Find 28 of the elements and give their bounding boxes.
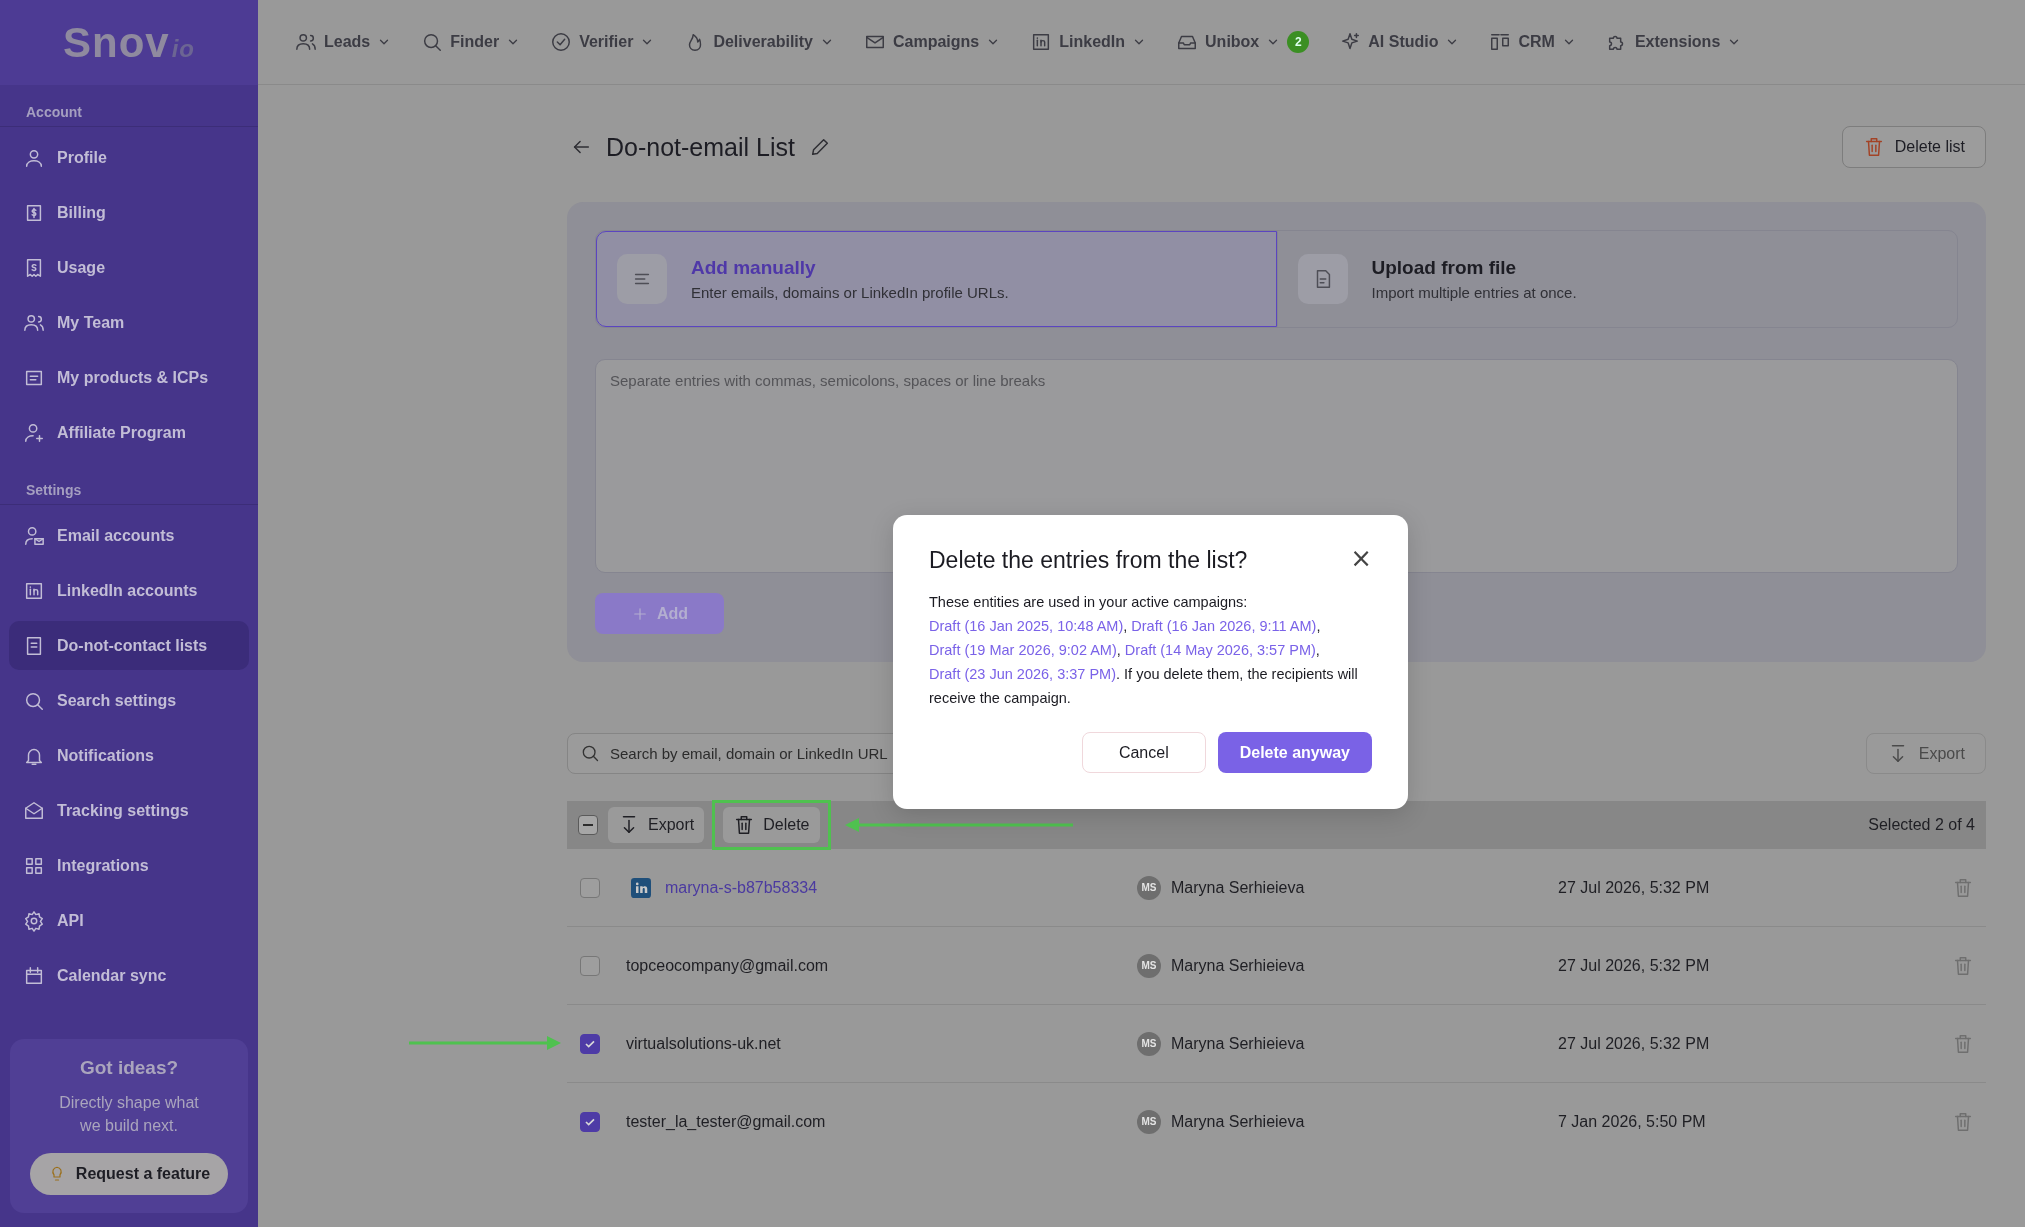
promo-title: Got ideas? — [78, 1056, 180, 1079]
table-cell: tester_la_tester@gmail.com — [626, 1112, 826, 1131]
table-cell: Maryna Serhieieva — [1171, 1034, 1305, 1053]
table-cell-text: 27 Jul 2026, 5:32 PM — [1558, 956, 1711, 975]
table-cell: Maryna Serhieieva — [1171, 956, 1305, 975]
tab-subtitle: Import multiple entries at once. — [1371, 284, 1577, 301]
tab-title: Upload from file — [1371, 257, 1518, 279]
promo-text: Directly shape what we build next. — [58, 1092, 200, 1136]
dialog-message: These entities are used in your active campaigns: Draft (16 Jan 2025, 10:48 AM), Draft (16 Jan 2026, 9:11 AM), Draft (19 Mar 2026, 9:02 AM), Draft (14 May 2026, 3:57 PM), Draft (23 Jun 2026, 3:37 PM). If you delete them, the recipients will receive the campaign. — [929, 593, 1359, 708]
dialog-title: Delete the entries from the list? — [929, 547, 1248, 574]
table-cell: virtualsolutions-uk.net — [626, 1034, 781, 1053]
table-cell: Maryna Serhieieva — [1171, 878, 1305, 897]
selection-count: Selected 2 of 4 — [1868, 816, 1975, 834]
table-cell: topceocompany@gmail.com — [626, 956, 829, 975]
count-badge: 2 — [1287, 31, 1310, 53]
table-cell: Maryna Serhieieva — [1171, 1112, 1305, 1131]
avatar: MS — [1137, 1109, 1161, 1134]
tab-title: Add manually — [691, 257, 817, 279]
table-cell-text: 27 Jul 2026, 5:32 PM — [1558, 878, 1711, 897]
avatar: MS — [1137, 1031, 1161, 1056]
section-title: Account — [0, 85, 258, 127]
table-cell-text: 27 Jul 2026, 5:32 PM — [1558, 1034, 1711, 1053]
tab-subtitle: Enter emails, domains or LinkedIn profile URLs. — [691, 284, 1009, 301]
table-cell-text: 7 Jan 2026, 5:50 PM — [1558, 1112, 1707, 1131]
avatar: MS — [1137, 953, 1161, 978]
section-title: Settings — [0, 463, 258, 505]
avatar: MS — [1137, 875, 1161, 900]
page-title: Do-not-email List — [606, 132, 795, 162]
